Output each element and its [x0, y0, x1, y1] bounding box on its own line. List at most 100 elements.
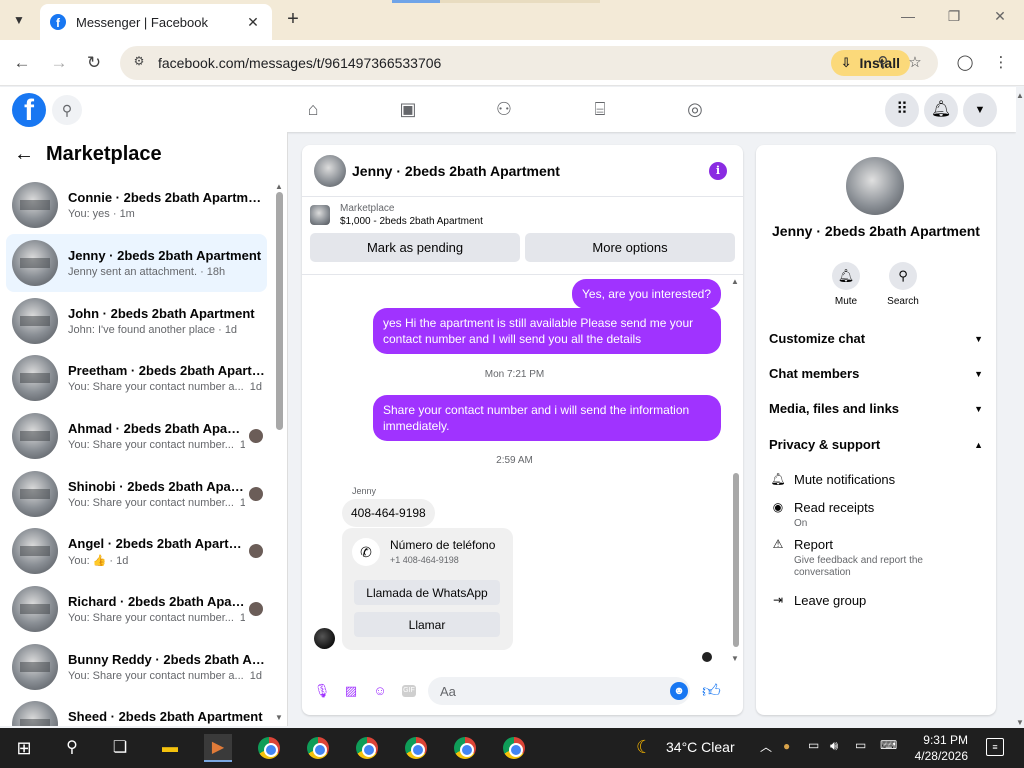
- facebook-logo-icon[interactable]: f: [12, 93, 46, 127]
- bookmark-star-icon[interactable]: ☆: [904, 52, 926, 74]
- home-icon[interactable]: ⌂: [301, 97, 325, 121]
- chat-avatar[interactable]: [314, 154, 346, 187]
- back-arrow-icon[interactable]: ←: [14, 143, 34, 166]
- friends-icon[interactable]: ⚇: [492, 97, 516, 121]
- system-clock[interactable]: 9:31 PM 4/28/2026: [915, 732, 968, 764]
- reload-icon[interactable]: ↻: [82, 51, 106, 75]
- more-options-button[interactable]: More options: [525, 233, 735, 262]
- scroll-down-icon[interactable]: ▼: [731, 654, 739, 663]
- conversation-info: Ahmad · 2beds 2bath Apartm... You: Share …: [68, 421, 245, 451]
- close-tab-icon[interactable]: ✕: [244, 14, 262, 31]
- restore-icon[interactable]: ❐: [942, 8, 966, 25]
- menu-grid-icon[interactable]: ⠿: [885, 93, 919, 127]
- gif-icon[interactable]: GIF: [402, 685, 416, 697]
- search-icon[interactable]: ⚲: [58, 734, 86, 762]
- mute-notifications-item[interactable]: 🔔︎ Mute notifications: [769, 472, 983, 487]
- microphone-icon[interactable]: 🎙︎: [312, 681, 332, 701]
- back-icon[interactable]: ←: [10, 51, 34, 75]
- panel-title: Marketplace: [46, 142, 162, 165]
- install-button[interactable]: ⇩ Install: [830, 50, 910, 76]
- conversation-item[interactable]: Connie · 2beds 2bath Apartment You: yes ·…: [6, 176, 267, 234]
- leave-group-item[interactable]: ⇥ Leave group: [769, 593, 983, 608]
- chat-members-section[interactable]: Chat members ▼: [769, 366, 983, 381]
- url-text[interactable]: facebook.com/messages/t/961497366533706: [158, 55, 938, 71]
- privacy-support-section[interactable]: Privacy & support ▲: [769, 437, 983, 452]
- chat-title[interactable]: Jenny · 2beds 2bath Apartment: [352, 163, 709, 179]
- scrollbar-thumb[interactable]: [276, 192, 283, 430]
- chrome-icon[interactable]: [451, 734, 479, 762]
- chrome-icon[interactable]: [500, 734, 528, 762]
- close-window-icon[interactable]: ✕: [988, 8, 1012, 25]
- whatsapp-call-button[interactable]: Llamada de WhatsApp: [354, 580, 500, 605]
- read-receipts-item[interactable]: ◉ Read receipts On: [769, 500, 983, 530]
- scrollbar-thumb[interactable]: [733, 473, 739, 647]
- conversation-item[interactable]: Shinobi · 2beds 2bath Apart... You: Share…: [6, 465, 267, 523]
- search-icon[interactable]: ⚲: [52, 95, 82, 125]
- conversation-item[interactable]: Jenny · 2beds 2bath Apartment Jenny sent …: [6, 234, 267, 292]
- like-icon[interactable]: 👍︎: [702, 680, 721, 702]
- notification-center-icon[interactable]: ≡: [986, 738, 1004, 756]
- notifications-bell-icon[interactable]: 🔔︎: [924, 93, 958, 127]
- windows-start-icon[interactable]: ⊞: [10, 734, 38, 762]
- conversation-item[interactable]: Bunny Reddy · 2beds 2bath Apa... You: Sha…: [6, 638, 267, 696]
- minimize-icon[interactable]: —: [896, 8, 920, 24]
- app-icon[interactable]: ▶: [204, 734, 232, 762]
- groups-icon[interactable]: ◎: [683, 97, 707, 121]
- marketplace-listing[interactable]: Marketplace $1,000 - 2beds 2bath Apartme…: [302, 197, 743, 233]
- browser-menu-icon[interactable]: ⋮: [990, 52, 1012, 74]
- profile-icon[interactable]: ◯: [954, 52, 976, 74]
- details-avatar[interactable]: [846, 157, 904, 215]
- conversation-item[interactable]: John · 2beds 2bath Apartment John: I've f…: [6, 292, 267, 350]
- conversation-item[interactable]: Angel · 2beds 2bath Apartme... You: 👍 · 1…: [6, 522, 267, 580]
- conversation-list-scrollbar[interactable]: ▲ ▼: [275, 182, 284, 722]
- mute-button[interactable]: 🔔︎ Mute: [821, 262, 871, 307]
- message-input[interactable]: [440, 683, 650, 699]
- scroll-up-icon[interactable]: ▲: [275, 182, 283, 191]
- keyboard-icon[interactable]: ⌨: [880, 738, 897, 752]
- forward-icon[interactable]: →: [47, 51, 71, 75]
- customize-chat-section[interactable]: Customize chat ▼: [769, 331, 983, 346]
- photo-icon[interactable]: ▨: [341, 681, 361, 701]
- emoji-icon[interactable]: ☻: [670, 682, 688, 700]
- tab-messenger[interactable]: f Messenger | Facebook ✕: [40, 4, 272, 40]
- chrome-icon[interactable]: [255, 734, 283, 762]
- scroll-up-icon[interactable]: ▲: [1016, 91, 1024, 100]
- mark-as-pending-button[interactable]: Mark as pending: [310, 233, 520, 262]
- tab-search-icon[interactable]: ▼: [6, 7, 32, 33]
- info-icon[interactable]: i: [709, 161, 727, 180]
- video-icon[interactable]: ▣: [396, 97, 420, 121]
- weather-moon-icon[interactable]: ☾: [636, 737, 652, 758]
- volume-icon[interactable]: 🔊︎: [830, 738, 838, 754]
- file-explorer-icon[interactable]: ▬: [156, 734, 184, 762]
- chrome-icon[interactable]: [402, 734, 430, 762]
- scroll-up-icon[interactable]: ▲: [731, 277, 739, 286]
- site-info-icon[interactable]: ⚙: [130, 54, 148, 72]
- tray-app-icon[interactable]: ●: [783, 739, 790, 753]
- chat-scrollbar[interactable]: ▲ ▼: [731, 275, 741, 667]
- account-chevron-icon[interactable]: ▼: [963, 93, 997, 127]
- meet-icon[interactable]: ▭: [808, 738, 819, 752]
- conversation-item[interactable]: Sheed · 2beds 2bath ApartmentYou: Share …: [6, 695, 267, 726]
- chrome-icon[interactable]: [304, 734, 332, 762]
- page-scrollbar[interactable]: ▲ ▼: [1016, 87, 1024, 727]
- conversation-item[interactable]: Ahmad · 2beds 2bath Apartm... You: Share …: [6, 407, 267, 465]
- scroll-down-icon[interactable]: ▼: [275, 713, 283, 722]
- avatar[interactable]: [314, 628, 335, 649]
- scroll-down-icon[interactable]: ▼: [1016, 718, 1024, 727]
- conversation-item[interactable]: Richard · 2beds 2bath Apart... You: Share…: [6, 580, 267, 638]
- zoom-icon[interactable]: ⚲: [872, 52, 894, 74]
- sticker-icon[interactable]: ☺: [370, 681, 390, 701]
- task-view-icon[interactable]: ❏: [106, 734, 134, 762]
- conversation-item[interactable]: Preetham · 2beds 2bath Apartm... You: Sha…: [6, 349, 267, 407]
- marketplace-icon[interactable]: ⌸: [588, 97, 612, 121]
- address-bar[interactable]: ⚙ facebook.com/messages/t/96149736653370…: [120, 46, 938, 80]
- search-in-chat-button[interactable]: ⚲ Search: [878, 262, 928, 307]
- new-tab-icon[interactable]: +: [283, 9, 303, 29]
- weather-text[interactable]: 34°C Clear: [666, 739, 735, 755]
- network-icon[interactable]: ▭: [855, 738, 866, 752]
- tray-chevron-icon[interactable]: ︿: [760, 738, 772, 755]
- report-item[interactable]: ⚠ Report Give feedback and report the co…: [769, 537, 983, 579]
- chrome-icon[interactable]: [353, 734, 381, 762]
- call-button[interactable]: Llamar: [354, 612, 500, 637]
- media-files-links-section[interactable]: Media, files and links ▼: [769, 401, 983, 416]
